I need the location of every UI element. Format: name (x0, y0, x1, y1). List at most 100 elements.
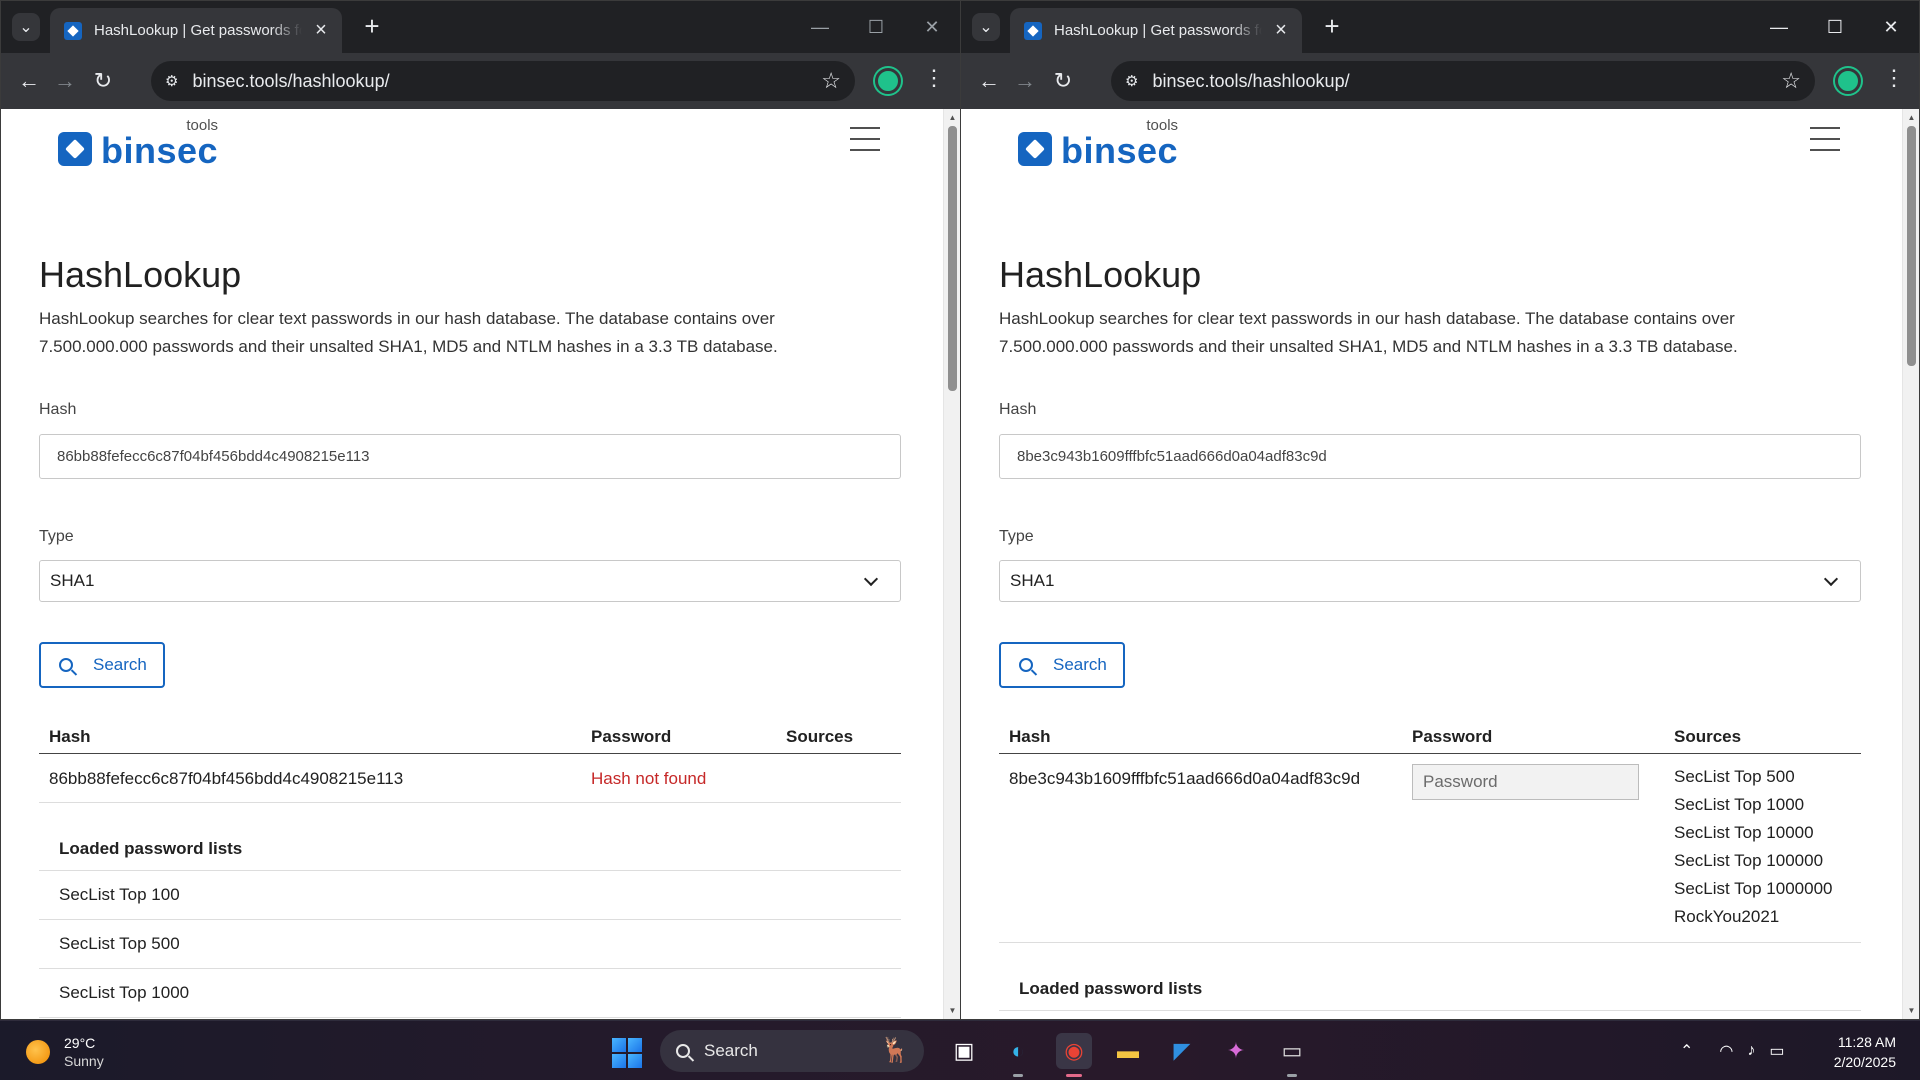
binsec-logo[interactable]: binsec tools (58, 117, 219, 171)
taskbar: 29°C Sunny Search 🦌 ▣ ◐ ◉ ▬ ◤ ✦ ▭ ⌃ ◠ ♪ … (0, 1020, 1920, 1080)
loaded-lists-title: Loaded password lists (39, 803, 901, 871)
source-item: SecList Top 100000 (1674, 851, 1824, 870)
start-button[interactable] (612, 1038, 642, 1068)
col-hash: Hash (49, 727, 91, 746)
forward-button[interactable]: → (1007, 63, 1043, 99)
cube-logo-icon (58, 132, 92, 166)
browser-menu-icon[interactable]: ⋮ (919, 65, 949, 91)
window-controls: — ☐ ✕ (792, 1, 960, 53)
site-info-icon[interactable]: ⚙ (1125, 72, 1138, 90)
terminal-icon[interactable]: ▭ (1274, 1033, 1310, 1077)
extension-icon[interactable] (875, 68, 901, 94)
hamburger-menu-icon[interactable] (1810, 127, 1840, 151)
source-item: RockYou2021 (1674, 907, 1780, 926)
new-tab-button[interactable]: + (1317, 11, 1347, 41)
copilot-icon[interactable]: ✦ (1218, 1033, 1254, 1069)
tab-search-button[interactable]: ⌄ (972, 13, 1000, 41)
weather-widget[interactable]: 29°C Sunny (26, 1034, 104, 1070)
search-icon (1019, 658, 1033, 672)
close-window-icon[interactable]: ✕ (904, 1, 960, 53)
browser-window-left: ⌄ HashLookup | Get passwords for × + — ☐… (0, 0, 961, 1020)
maximize-icon[interactable]: ☐ (848, 1, 904, 53)
col-hash: Hash (1009, 727, 1051, 746)
edge-icon[interactable]: ◐ (1000, 1033, 1036, 1077)
password-field[interactable]: Password (1412, 764, 1639, 800)
tab-search-button[interactable]: ⌄ (12, 13, 40, 41)
logo-tools-label: tools (186, 117, 219, 134)
forward-button[interactable]: → (47, 63, 83, 99)
system-tray: ⌃ ◠ ♪ ▭ (1680, 1021, 1799, 1080)
clock[interactable]: 11:28 AM 2/20/2025 (1834, 1032, 1896, 1072)
scroll-up-icon[interactable]: ▲ (1903, 109, 1919, 126)
scroll-down-icon[interactable]: ▼ (944, 1002, 960, 1019)
type-label: Type (999, 528, 1034, 545)
desktop: ⌄ HashLookup | Get passwords for × + — ☐… (0, 0, 1920, 1080)
tab-hashlookup[interactable]: HashLookup | Get passwords for × (1010, 8, 1302, 53)
results-table: Hash Password Sources 86bb88fefecc6c87f0… (39, 709, 901, 1018)
task-view-icon[interactable]: ▣ (946, 1033, 982, 1069)
maximize-icon[interactable]: ☐ (1807, 1, 1863, 53)
close-tab-icon[interactable]: × (310, 19, 332, 42)
scroll-thumb[interactable] (948, 126, 957, 391)
browser-menu-icon[interactable]: ⋮ (1879, 65, 1909, 91)
source-item: SecList Top 1000000 (1674, 879, 1833, 898)
file-explorer-icon[interactable]: ▬ (1110, 1033, 1146, 1069)
search-button[interactable]: Search (39, 642, 165, 688)
cube-logo-icon (1018, 132, 1052, 166)
hash-input[interactable]: 86bb88fefecc6c87f04bf456bdd4c4908215e113 (39, 434, 901, 479)
clock-time: 11:28 AM (1837, 1034, 1896, 1050)
vscode-icon[interactable]: ◤ (1164, 1033, 1200, 1069)
type-label: Type (39, 528, 74, 545)
type-select[interactable]: SHA1 (999, 560, 1861, 602)
sources-list: SecList Top 500 SecList Top 1000 SecList… (1674, 763, 1832, 931)
site-info-icon[interactable]: ⚙ (165, 72, 178, 90)
search-button-label: Search (1053, 655, 1107, 674)
page-scrollbar[interactable]: ▲ ▼ (943, 109, 960, 1019)
extension-icon[interactable] (1835, 68, 1861, 94)
type-select-value: SHA1 (50, 571, 95, 590)
scroll-up-icon[interactable]: ▲ (944, 109, 960, 126)
tab-strip: ⌄ HashLookup | Get passwords for × + — ☐… (961, 1, 1919, 53)
battery-icon[interactable]: ▭ (1769, 1041, 1784, 1061)
browser-window-right: ⌄ HashLookup | Get passwords for × + — ☐… (960, 0, 1920, 1020)
hash-input[interactable]: 8be3c943b1609fffbfc51aad666d0a04adf83c9d (999, 434, 1861, 479)
table-row: 86bb88fefecc6c87f04bf456bdd4c4908215e113… (39, 754, 901, 803)
chrome-icon[interactable]: ◉ (1056, 1033, 1092, 1077)
reload-button[interactable]: ↻ (85, 63, 121, 99)
hash-label: Hash (39, 401, 77, 418)
volume-icon[interactable]: ♪ (1747, 1042, 1755, 1060)
back-button[interactable]: ← (971, 63, 1007, 99)
scroll-thumb[interactable] (1907, 126, 1916, 366)
page-scrollbar[interactable]: ▲ ▼ (1902, 109, 1919, 1019)
page-viewport: binsec tools HashLookup HashLookup searc… (961, 109, 1919, 1019)
result-hash: 8be3c943b1609fffbfc51aad666d0a04adf83c9d (1009, 769, 1361, 788)
search-button[interactable]: Search (999, 642, 1125, 688)
col-sources: Sources (786, 727, 854, 746)
taskbar-search[interactable]: Search 🦌 (660, 1030, 924, 1072)
address-bar[interactable]: ⚙ binsec.tools/hashlookup/ ☆ (1111, 61, 1815, 101)
close-tab-icon[interactable]: × (1270, 19, 1292, 42)
wifi-icon[interactable]: ◠ (1719, 1041, 1733, 1061)
back-button[interactable]: ← (11, 63, 47, 99)
taskbar-search-label: Search (704, 1041, 758, 1060)
reload-button[interactable]: ↻ (1045, 63, 1081, 99)
tab-hashlookup[interactable]: HashLookup | Get passwords for × (50, 8, 342, 53)
site-header: binsec tools (961, 109, 1902, 199)
type-select[interactable]: SHA1 (39, 560, 901, 602)
close-window-icon[interactable]: ✕ (1863, 1, 1919, 53)
hamburger-menu-icon[interactable] (850, 127, 880, 151)
scroll-down-icon[interactable]: ▼ (1903, 1002, 1919, 1019)
list-item: SecList Top 100 (39, 871, 901, 920)
browser-toolbar: ← → ↻ ⚙ binsec.tools/hashlookup/ ☆ ⋮ (961, 53, 1919, 109)
minimize-icon[interactable]: — (1751, 1, 1807, 53)
binsec-logo[interactable]: binsec tools (1018, 117, 1178, 169)
tab-strip: ⌄ HashLookup | Get passwords for × + — ☐… (1, 1, 960, 53)
bookmark-star-icon[interactable]: ☆ (821, 68, 841, 94)
new-tab-button[interactable]: + (357, 11, 387, 41)
logo-text: binsec (101, 130, 219, 171)
minimize-icon[interactable]: — (792, 1, 848, 53)
address-bar[interactable]: ⚙ binsec.tools/hashlookup/ ☆ (151, 61, 855, 101)
chevron-up-icon[interactable]: ⌃ (1680, 1041, 1693, 1061)
bookmark-star-icon[interactable]: ☆ (1781, 68, 1801, 94)
tab-title: HashLookup | Get passwords for (94, 22, 302, 39)
